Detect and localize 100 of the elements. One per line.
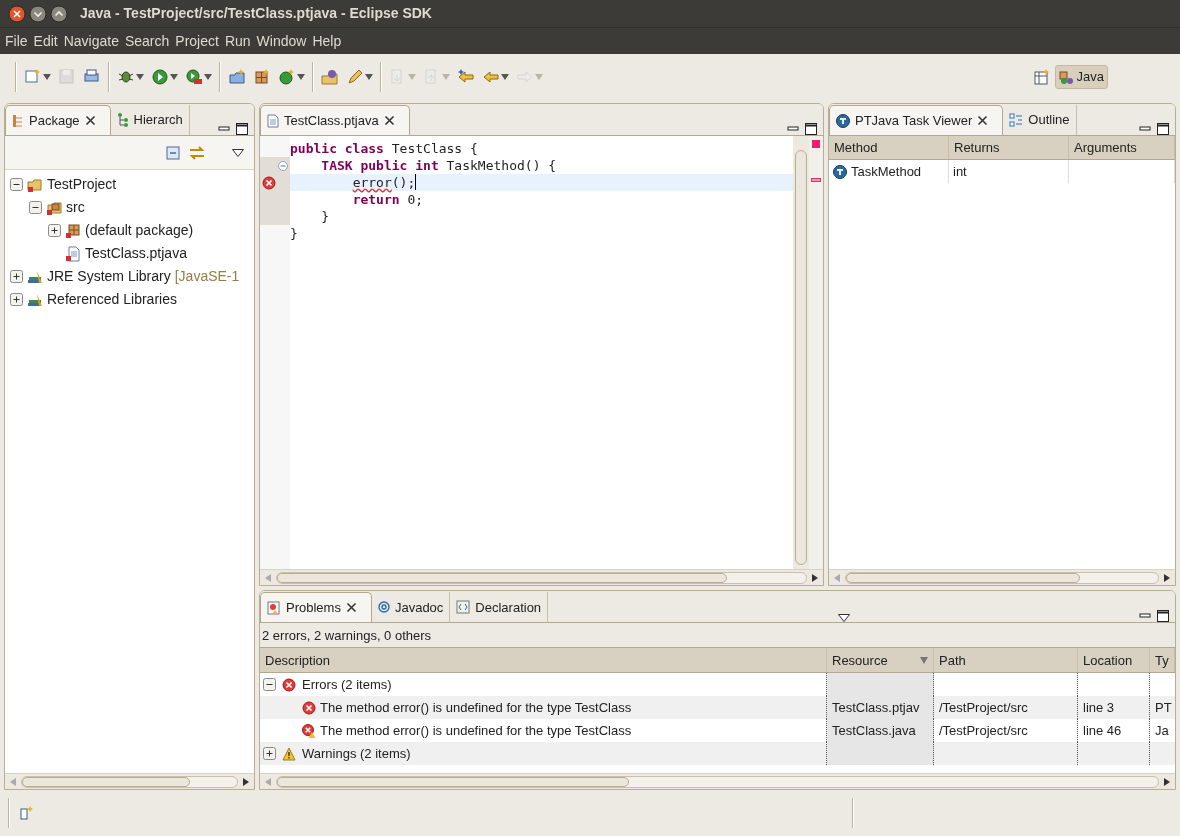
- tab[interactable]: Problems: [260, 592, 372, 623]
- error-warning-icon: [302, 723, 316, 738]
- file-icon: [65, 245, 81, 262]
- folder-ball-icon: [321, 68, 339, 86]
- toolbar-button[interactable]: [346, 68, 373, 86]
- column-header[interactable]: Path: [934, 648, 1078, 673]
- menu-item[interactable]: Edit: [30, 30, 61, 52]
- vertical-scrollbar[interactable]: [793, 136, 809, 570]
- toolbar-button[interactable]: [482, 68, 509, 86]
- problem-group[interactable]: Warnings (2 items): [302, 744, 411, 764]
- problems-icon: [267, 600, 281, 615]
- horizontal-scrollbar[interactable]: [5, 773, 254, 789]
- tree-item[interactable]: TestClass.ptjava: [85, 243, 187, 264]
- outline-icon: [1009, 113, 1024, 127]
- tree-item[interactable]: JRE System Library: [47, 266, 171, 287]
- code-line: error();: [351, 174, 416, 191]
- text-cursor: [415, 174, 417, 190]
- table-cell-text: The method error() is undefined for the type TestClass: [320, 699, 632, 718]
- project-folder-icon: [27, 176, 43, 193]
- dropdown-caret-icon[interactable]: [501, 74, 509, 80]
- column-header[interactable]: Arguments: [1069, 136, 1175, 159]
- bug-icon: [117, 68, 135, 86]
- new-circle-icon: [278, 68, 296, 86]
- column-header[interactable]: Ty: [1150, 648, 1175, 673]
- scroll-right-icon: [1163, 573, 1171, 582]
- horizontal-scrollbar[interactable]: [829, 569, 1175, 586]
- toolbar-button[interactable]: [253, 68, 271, 86]
- column-header[interactable]: Method: [829, 136, 949, 159]
- toolbar-button[interactable]: [151, 68, 178, 86]
- sort-icon: [920, 656, 928, 664]
- link-editor-icon: [188, 145, 206, 160]
- toolbar-button[interactable]: [185, 68, 212, 86]
- menu-item[interactable]: File: [2, 30, 31, 52]
- tab[interactable]: TestClass.ptjava: [260, 105, 410, 135]
- pen-icon: [346, 68, 364, 86]
- maximize-icon: [236, 123, 248, 135]
- save-icon: [58, 68, 76, 86]
- toolbar-button[interactable]: [24, 68, 51, 86]
- tree-item[interactable]: Referenced Libraries: [47, 289, 177, 310]
- table-row[interactable]: The method error() is undefined for the type TestClass TestClass.ptjav /TestProject/src line 3 PT: [260, 696, 1175, 720]
- menu-item[interactable]: Help: [309, 30, 345, 52]
- column-header[interactable]: Description: [260, 648, 827, 673]
- menu-item[interactable]: Run: [221, 30, 254, 52]
- tree-item-decoration: [JavaSE-1: [174, 267, 240, 286]
- maximize-icon: [50, 4, 68, 23]
- table-cell-text: PT: [1155, 699, 1172, 718]
- horizontal-scrollbar[interactable]: [260, 569, 823, 586]
- tab[interactable]: Package: [5, 105, 111, 135]
- maximize-icon: [1157, 610, 1169, 623]
- toolbar-button[interactable]: [321, 68, 339, 86]
- scroll-right-icon: [242, 777, 250, 786]
- error-icon: [282, 677, 296, 692]
- perspective-button[interactable]: Java: [1054, 65, 1108, 89]
- open-perspective-icon: [1032, 69, 1049, 85]
- table-cell-text: line 3: [1083, 699, 1115, 718]
- menu-item[interactable]: Project: [172, 30, 222, 52]
- toolbar-button[interactable]: [278, 68, 305, 86]
- dropdown-caret-icon[interactable]: [136, 74, 144, 80]
- tree-item[interactable]: TestProject: [47, 174, 117, 195]
- problem-group[interactable]: Errors (2 items): [302, 675, 392, 695]
- warning-icon: [282, 746, 296, 761]
- table-cell-text: Ja: [1155, 722, 1169, 741]
- horizontal-scrollbar[interactable]: [260, 773, 1175, 789]
- menu-item[interactable]: Navigate: [60, 30, 122, 52]
- toolbar-button[interactable]: [117, 68, 144, 86]
- tree-item[interactable]: src: [66, 197, 85, 218]
- tab[interactable]: Outline: [1003, 105, 1077, 135]
- error-summary-icon: [812, 140, 820, 148]
- package-folder-icon: [46, 199, 62, 216]
- dropdown-caret-icon[interactable]: [365, 74, 373, 80]
- table-row[interactable]: Warnings (2 items): [260, 742, 1175, 766]
- tree-item[interactable]: (default package): [85, 220, 194, 241]
- dropdown-caret-icon[interactable]: [43, 74, 51, 80]
- fast-view-icon: [20, 806, 34, 820]
- table-cell-text: TaskMethod: [851, 162, 922, 181]
- error-icon: [302, 700, 316, 715]
- menu-item[interactable]: Window: [253, 30, 310, 52]
- file-icon: [267, 113, 279, 128]
- dropdown-caret-icon[interactable]: [170, 74, 178, 80]
- hierarchy-icon: [116, 113, 129, 127]
- scroll-left-icon: [264, 777, 272, 786]
- tab[interactable]: Hierarch: [110, 105, 190, 135]
- scroll-right-icon: [1163, 777, 1171, 786]
- new-window-icon: [24, 68, 42, 86]
- code-area[interactable]: public class TestClass { TASK public int TaskMethod() { error(); return 0; } }: [290, 136, 793, 570]
- tab[interactable]: PTJava Task Viewer: [829, 105, 1004, 135]
- window-title: Java - TestProject/src/TestClass.ptjava - Eclipse SDK: [80, 4, 432, 23]
- tab[interactable]: Javadoc: [371, 592, 451, 623]
- dropdown-caret-icon[interactable]: [297, 74, 305, 80]
- tab[interactable]: Declaration: [450, 592, 549, 623]
- toolbar-button[interactable]: [457, 68, 475, 86]
- menu-item[interactable]: Search: [121, 30, 173, 52]
- dropdown-caret-icon[interactable]: [204, 74, 212, 80]
- code-line: TASK public int TaskMethod() {: [320, 157, 557, 174]
- toolbar-button[interactable]: [228, 68, 246, 86]
- column-header[interactable]: Resource: [827, 648, 934, 673]
- view-menu-icon: [232, 148, 244, 157]
- column-header[interactable]: Location: [1078, 648, 1150, 673]
- back-icon: [482, 68, 500, 86]
- column-header[interactable]: Returns: [949, 136, 1069, 159]
